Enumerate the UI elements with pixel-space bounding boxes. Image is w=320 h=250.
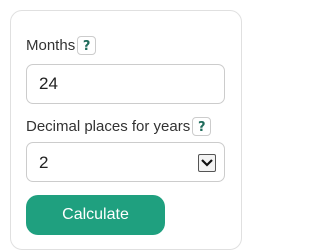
months-label-row: Months ? <box>26 36 97 55</box>
months-input[interactable] <box>26 64 225 104</box>
decimals-label: Decimal places for years <box>26 118 191 135</box>
months-help-button[interactable]: ? <box>77 36 97 55</box>
decimals-label-row: Decimal places for years ? <box>26 117 212 136</box>
decimals-select[interactable]: 2 <box>26 142 225 182</box>
decimals-selected-value: 2 <box>39 153 49 172</box>
calculator-card: Months ? Decimal places for years ? 2 Ca… <box>10 10 242 250</box>
months-label: Months <box>26 37 76 54</box>
calculate-button[interactable]: Calculate <box>26 195 165 235</box>
decimals-help-button[interactable]: ? <box>192 117 212 136</box>
chevron-down-icon[interactable] <box>198 154 216 172</box>
